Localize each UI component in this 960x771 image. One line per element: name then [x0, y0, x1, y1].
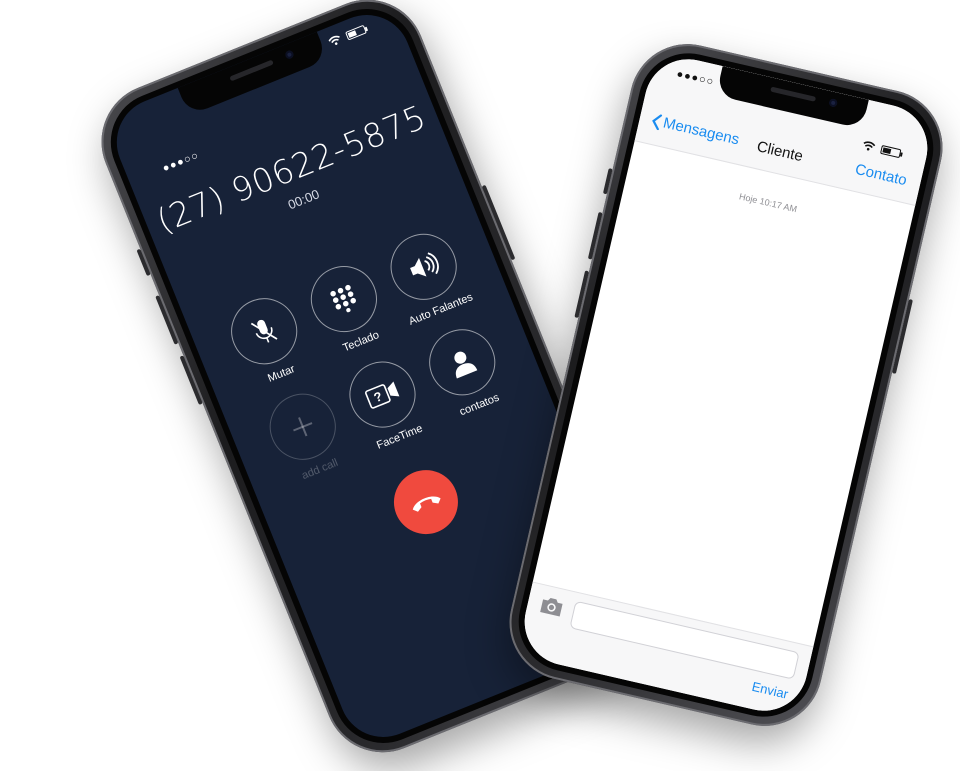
- wifi-icon: [863, 141, 876, 151]
- add-call-label: add call: [300, 456, 340, 483]
- status-icons: [861, 140, 902, 159]
- svg-text:?: ?: [372, 388, 385, 405]
- contacts-label: contatos: [457, 391, 501, 419]
- keypad-label: Teclado: [341, 329, 381, 355]
- mute-switch: [602, 168, 613, 195]
- call-controls: Mutar Teclado Auto Falantes add call ? F…: [219, 223, 514, 488]
- contact-icon: [454, 351, 478, 379]
- message-composer: Enviar: [515, 581, 814, 720]
- status-icons: [327, 24, 367, 48]
- messages-phone-device: ●●●○○ Mensagens Cliente Contato Hoje 10:…: [497, 32, 955, 738]
- keypad-button[interactable]: Teclado: [299, 255, 396, 360]
- front-camera: [828, 98, 839, 108]
- facetime-button[interactable]: ? FaceTime: [338, 351, 435, 456]
- camera-button[interactable]: [537, 595, 566, 623]
- messages-screen: ●●●○○ Mensagens Cliente Contato Hoje 10:…: [515, 50, 937, 720]
- battery-icon: [344, 24, 367, 41]
- signal-indicator: ●●●○○: [675, 68, 716, 89]
- contact-button[interactable]: Contato: [853, 161, 908, 189]
- contacts-button[interactable]: contatos: [417, 319, 514, 424]
- end-call-button[interactable]: [384, 460, 468, 544]
- earpiece: [770, 86, 817, 102]
- message-input[interactable]: [569, 600, 800, 680]
- wifi-icon: [328, 35, 340, 45]
- front-camera: [284, 49, 295, 60]
- volume-up-button: [587, 211, 603, 260]
- plus-icon: [293, 417, 313, 437]
- keypad-icon: [330, 284, 356, 313]
- battery-icon: [880, 144, 902, 158]
- mute-button[interactable]: Mutar: [219, 288, 316, 393]
- add-call-button[interactable]: add call: [258, 383, 355, 488]
- speaker-icon: [410, 252, 439, 277]
- mic-off-icon: [250, 319, 278, 343]
- signal-indicator: ●●●○○: [160, 149, 201, 175]
- camera-icon: [540, 598, 563, 617]
- facetime-icon: ?: [365, 381, 400, 409]
- speaker-button[interactable]: Auto Falantes: [379, 223, 476, 328]
- mute-label: Mutar: [266, 363, 297, 385]
- volume-down-button: [574, 270, 590, 319]
- phone-hangup-icon: [412, 496, 441, 512]
- mute-circle[interactable]: [221, 288, 308, 375]
- send-button[interactable]: Enviar: [750, 679, 789, 702]
- mute-switch: [136, 248, 151, 277]
